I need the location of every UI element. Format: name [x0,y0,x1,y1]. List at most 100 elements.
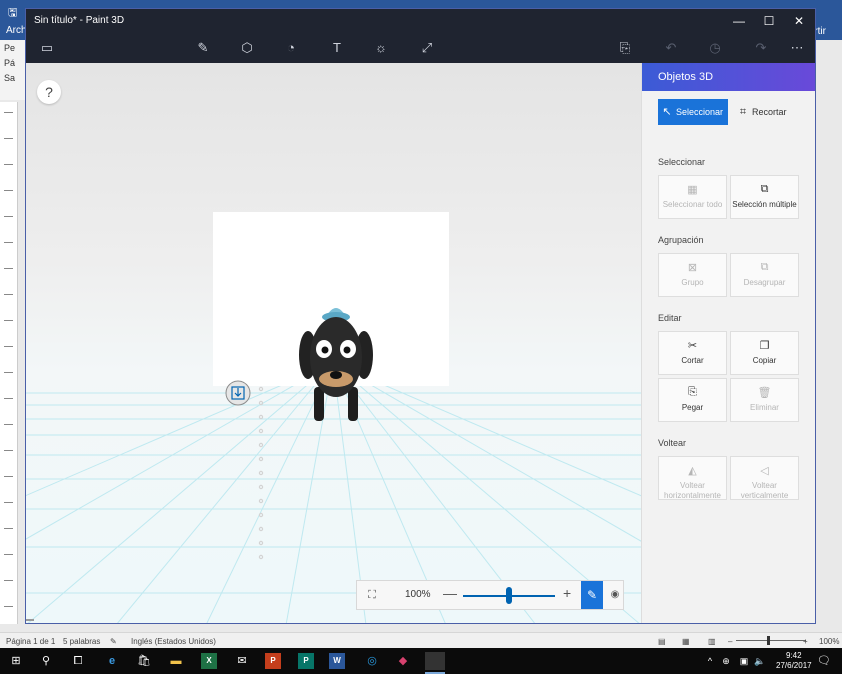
multi-select-icon: ⧉ [760,183,769,195]
powerpoint-icon[interactable]: P [265,653,281,669]
canvas-icon[interactable]: ⤢ [418,39,436,57]
menu-icon[interactable]: ▭ [38,39,56,57]
crop-mode-button[interactable]: ⌗ Recortar [734,99,804,125]
text-icon[interactable]: T [328,39,346,57]
ungroup-button[interactable]: ⧉ Desagrupar [730,253,799,297]
clock-date: 27/6/2017 [776,661,812,670]
cursor-icon: ↖ [662,106,672,118]
proofing-icon[interactable]: ✎ [110,637,117,646]
word-vertical-ruler [0,102,18,624]
trash-icon: 🗑 [757,387,772,399]
word-save-icon[interactable]: 🖫 [8,4,17,23]
group-button[interactable]: ⊠ Grupo [658,253,727,297]
browser-icon[interactable]: ◎ [362,652,382,670]
3d-shapes-icon[interactable]: ⬡ [238,39,256,57]
zoom-in-icon[interactable]: + [803,637,808,646]
brush-icon[interactable]: ✎ [194,39,212,57]
system-clock[interactable]: 9:42 27/6/2017 [776,651,812,671]
panel-header: Objetos 3D [642,63,815,91]
copy-icon: ❐ [759,340,770,352]
windows-taskbar: ⊞ ⚲ ⧠ e 🛍 ▬ X ✉ P P W ◎ ◆ ^ ⊕ ▣ 🔈 9:42 2… [0,648,842,674]
drop-to-canvas-icon[interactable] [224,379,252,407]
zoom-bar: ⛶ 100% — + ✎ ◉ [356,580,624,610]
copy-button[interactable]: ❐ Copiar [730,331,799,375]
print-layout-icon[interactable]: ▦ [682,637,690,646]
cut-button[interactable]: ✂ Cortar [658,331,727,375]
search-icon[interactable]: ⚲ [36,652,56,670]
word-zoom-level[interactable]: 100% [819,637,839,646]
canvas-scroll-indicator [26,619,34,621]
select-mode-button[interactable]: ↖ Seleccionar [658,99,728,125]
section-select-label: Seleccionar [658,157,706,167]
close-icon[interactable]: ✕ [784,9,814,33]
zoom-slider-knob[interactable] [506,587,512,604]
maximize-icon[interactable]: ☐ [754,9,784,33]
word-zoom-slider[interactable] [736,640,806,641]
section-flip-label: Voltear [658,438,687,448]
clipboard-icon: ⎘ [688,386,697,398]
task-view-icon[interactable]: ⧠ [68,652,88,670]
stickers-icon[interactable]: ◔ [282,39,300,57]
pen-mode-icon[interactable]: ✎ [581,581,603,609]
flip-vertical-icon: ◁ [760,465,769,477]
publisher-icon[interactable]: P [298,653,314,669]
web-layout-icon[interactable]: ▥ [708,637,716,646]
zoom-out-icon[interactable]: – [728,637,732,646]
read-mode-icon[interactable]: ▤ [658,637,666,646]
maps-icon[interactable]: ◆ [393,652,413,670]
word-ribbon-items: Pe Pá Sa [0,40,25,100]
flip-vertical-button[interactable]: ◁ Voltear verticalmente [730,456,799,500]
objects-3d-panel: Objetos 3D ↖ Seleccionar ⌗ Recortar Selecc… [641,63,815,623]
mail-icon[interactable]: ✉ [232,652,252,670]
select-all-button[interactable]: ▦ Seleccionar todo [658,175,727,219]
word-zoom-slider-knob[interactable] [767,636,770,645]
paint3d-taskbar-icon[interactable] [425,652,445,674]
word-status-bar: Página 1 de 1 5 palabras ✎ Inglés (Estad… [0,632,842,648]
excel-icon[interactable]: X [201,653,217,669]
undo-icon[interactable]: ↶ [662,39,680,57]
word-ribbon-item[interactable]: Pe [0,40,25,55]
group-icon: ⊠ [687,262,698,274]
edge-icon[interactable]: e [102,652,122,670]
crop-icon: ⌗ [739,106,747,118]
more-icon[interactable]: ⋯ [788,39,806,57]
view-3d-icon[interactable]: ◉ [607,587,623,603]
volume-icon[interactable]: 🔈 [750,652,770,670]
effects-icon[interactable]: ☼ [372,39,390,57]
drawing-canvas[interactable]: ? ⛶ 100% — + ✎ ◉ [26,63,641,623]
word-page-count[interactable]: Página 1 de 1 [6,637,55,646]
3d-dog-model[interactable] [296,295,376,425]
zoom-out-button[interactable]: — [443,585,457,601]
word-word-count[interactable]: 5 palabras [63,637,100,646]
network-icon[interactable]: ⊕ [716,652,736,670]
select-all-icon: ▦ [687,184,698,196]
history-icon[interactable]: ◷ [706,39,724,57]
scissors-icon: ✂ [687,340,698,352]
paste-icon[interactable]: ⎘ [616,39,634,57]
help-icon[interactable]: ? [37,80,61,104]
word-ribbon-item[interactable]: Sa [0,70,25,85]
paint3d-titlebar: Sin título* - Paint 3D — ☐ ✕ [26,9,815,33]
section-edit-label: Editar [658,313,682,323]
word-icon[interactable]: W [329,653,345,669]
start-icon[interactable]: ⊞ [6,652,26,670]
zoom-level: 100% [405,589,431,600]
zoom-in-button[interactable]: + [563,585,571,601]
word-share-button[interactable]: rtir [814,26,826,37]
store-icon[interactable]: 🛍 [134,652,154,670]
action-center-icon[interactable]: 🗨 [814,652,834,670]
redo-icon[interactable]: ↷ [752,39,770,57]
flip-horizontal-button[interactable]: ◭ Voltear horizontalmente [658,456,727,500]
paint3d-toolbar: ▭ ✎ ⬡ ◔ T ☼ ⤢ ⎘ ↶ ◷ ↷ ⋯ [26,33,815,63]
fit-to-screen-icon[interactable]: ⛶ [364,587,380,603]
delete-button[interactable]: 🗑 Eliminar [730,378,799,422]
clock-time: 9:42 [786,651,802,660]
word-language[interactable]: Inglés (Estados Unidos) [131,637,216,646]
panel-title: Objetos 3D [658,71,714,83]
multi-select-button[interactable]: ⧉ Selección múltiple [730,175,799,219]
word-ribbon-item[interactable]: Pá [0,55,25,70]
ungroup-icon: ⧉ [760,261,769,273]
file-explorer-icon[interactable]: ▬ [166,652,186,670]
paste-button[interactable]: ⎘ Pegar [658,378,727,422]
minimize-icon[interactable]: — [724,9,754,33]
